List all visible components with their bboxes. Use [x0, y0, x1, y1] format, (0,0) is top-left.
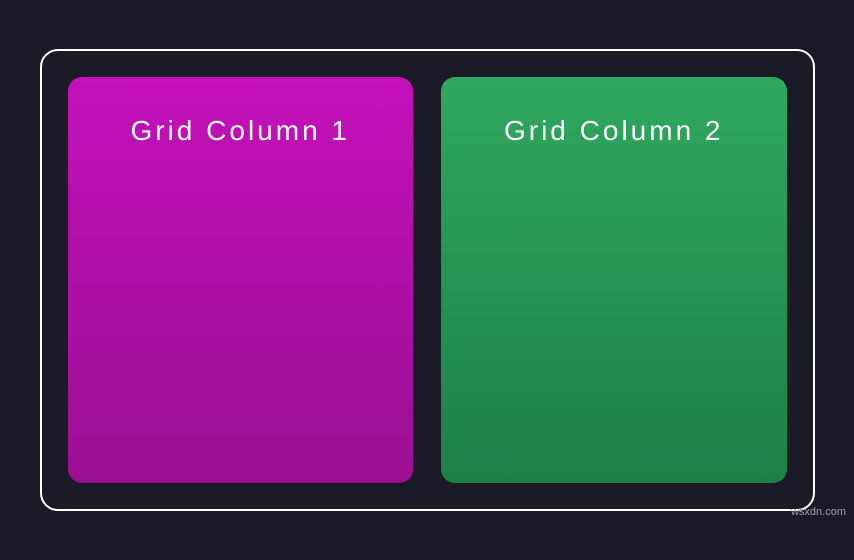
- grid-column-2-label: Grid Column 2: [504, 115, 724, 146]
- watermark-text: wsxdn.com: [791, 506, 846, 518]
- grid-column-1-label: Grid Column 1: [130, 115, 350, 146]
- grid-container: Grid Column 1 Grid Column 2: [40, 49, 815, 511]
- grid-column-2: Grid Column 2: [441, 77, 787, 483]
- grid-column-1: Grid Column 1: [68, 77, 414, 483]
